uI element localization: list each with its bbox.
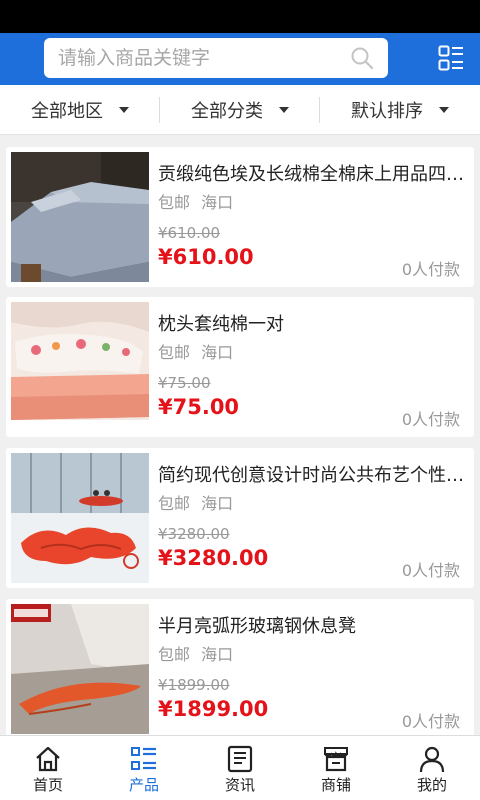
product-image-bench[interactable] [11,604,149,734]
product-title[interactable]: 简约现代创意设计时尚公共布艺个性沙发 [158,461,464,487]
tab-news-label: 资讯 [224,776,255,794]
sold-count: 0人付款 [401,561,460,580]
current-price: ¥75.00 [158,395,240,419]
product-card[interactable]: 贡缎纯色埃及长绒棉全棉床上用品四件套 包邮 海口 ¥610.00 ¥610.00… [6,147,474,287]
current-price: ¥610.00 [158,245,254,269]
shipping-label: 包邮 [158,193,191,212]
search-icon[interactable] [350,46,374,70]
product-image-bedding[interactable] [11,152,149,282]
user-icon [419,746,445,773]
product-image-pillowcase[interactable] [11,302,149,432]
sold-count: 0人付款 [401,410,460,429]
filter-sort-label: 默认排序 [351,100,423,122]
shipping-label: 包邮 [158,494,191,513]
product-title[interactable]: 枕头套纯棉一对 [158,310,464,336]
product-card[interactable]: 枕头套纯棉一对 包邮 海口 ¥75.00 ¥75.00 0人付款 [6,297,474,437]
product-card[interactable]: 半月亮弧形玻璃钢休息凳 包邮 海口 ¥1899.00 ¥1899.00 0人付款 [6,599,474,735]
original-price: ¥3280.00 [158,525,230,543]
tab-news[interactable]: 资讯 [192,736,288,800]
home-icon [36,746,60,772]
location-label: 海口 [201,645,234,664]
shipping-label: 包邮 [158,645,191,664]
product-image-sofa[interactable] [11,453,149,583]
filter-bar: 全部地区 全部分类 默认排序 [0,85,480,135]
list-icon [131,747,156,770]
status-bar [0,0,480,33]
location-label: 海口 [201,343,234,362]
caret-down-icon [119,106,129,113]
product-meta: 包邮 海口 [158,189,233,213]
location-label: 海口 [201,193,234,212]
search-input[interactable] [58,38,338,78]
tab-store[interactable]: 商铺 [288,736,384,800]
product-meta: 包邮 海口 [158,641,233,665]
store-icon [324,747,348,772]
news-icon [227,745,253,773]
original-price: ¥75.00 [158,374,211,392]
product-meta: 包邮 海口 [158,339,233,363]
tab-me[interactable]: 我的 [384,736,480,800]
filter-sort[interactable]: 默认排序 [320,85,480,135]
filter-category[interactable]: 全部分类 [160,85,320,135]
filter-region-label: 全部地区 [31,100,103,122]
current-price: ¥3280.00 [158,546,269,570]
product-title[interactable]: 半月亮弧形玻璃钢休息凳 [158,612,464,638]
sold-count: 0人付款 [401,260,460,279]
product-card[interactable]: 简约现代创意设计时尚公共布艺个性沙发 包邮 海口 ¥3280.00 ¥3280.… [6,448,474,588]
product-list: 贡缎纯色埃及长绒棉全棉床上用品四件套 包邮 海口 ¥610.00 ¥610.00… [0,135,480,735]
bottom-tab-bar: 首页 产品 资讯 商铺 我的 [0,735,480,800]
product-title[interactable]: 贡缎纯色埃及长绒棉全棉床上用品四件套 [158,160,464,186]
product-meta: 包邮 海口 [158,490,233,514]
caret-down-icon [279,106,289,113]
category-menu-icon[interactable] [438,45,464,71]
caret-down-icon [439,106,449,113]
tab-products-label: 产品 [128,776,159,794]
original-price: ¥1899.00 [158,676,230,694]
sold-count: 0人付款 [401,712,460,731]
current-price: ¥1899.00 [158,697,269,721]
original-price: ¥610.00 [158,224,221,242]
location-label: 海口 [201,494,234,513]
tab-home-label: 首页 [32,776,63,794]
shipping-label: 包邮 [158,343,191,362]
tab-home[interactable]: 首页 [0,736,96,800]
tab-products[interactable]: 产品 [96,736,192,800]
tab-store-label: 商铺 [320,776,351,794]
filter-category-label: 全部分类 [191,100,263,122]
tab-me-label: 我的 [416,776,447,794]
filter-region[interactable]: 全部地区 [0,85,160,135]
header [0,33,480,85]
search-box[interactable] [44,38,388,78]
